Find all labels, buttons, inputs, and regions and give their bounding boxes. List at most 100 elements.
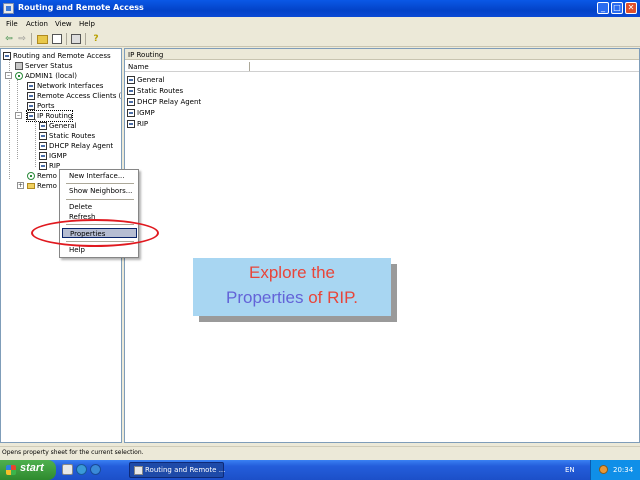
server-icon xyxy=(15,62,23,70)
tree-item-label: Network Interfaces xyxy=(37,82,104,90)
policy-icon xyxy=(27,172,35,180)
dhcp-relay-icon xyxy=(39,142,47,150)
show-desktop-icon[interactable] xyxy=(62,464,73,475)
callout-rest: of RIP. xyxy=(303,288,358,307)
taskbar-button-label: Routing and Remote ... xyxy=(145,466,226,474)
menu-item-label: Show Neighbors... xyxy=(69,187,133,195)
rip-icon xyxy=(39,162,47,170)
static-routes-icon xyxy=(39,132,47,140)
toolbar: ⇦ ⇨ ? xyxy=(0,31,640,47)
windows-flag-icon xyxy=(6,465,16,475)
menu-item-new-interface[interactable]: New Interface... xyxy=(62,171,137,181)
window-title: Routing and Remote Access xyxy=(18,3,144,12)
tutorial-callout: Explore the Properties of RIP. xyxy=(193,258,391,316)
tree-item-label: Remote Access Clients (0) xyxy=(37,92,122,100)
menu-bar: File Action View Help xyxy=(0,17,640,31)
callout-line-1: Explore the xyxy=(249,263,335,282)
ip-routing-icon xyxy=(27,112,35,120)
menu-item-show-neighbors[interactable]: Show Neighbors... xyxy=(62,186,137,196)
toolbar-separator xyxy=(85,33,86,45)
router-icon xyxy=(3,52,11,60)
app-icon[interactable] xyxy=(3,3,14,14)
status-bar: Opens property sheet for the current sel… xyxy=(0,446,640,459)
menu-separator xyxy=(66,199,134,200)
details-header: IP Routing xyxy=(125,49,639,60)
media-player-icon[interactable] xyxy=(76,464,87,475)
app-icon xyxy=(134,466,143,475)
menu-item-label: New Interface... xyxy=(69,172,125,180)
dhcp-relay-icon xyxy=(127,98,135,106)
list-item-label: DHCP Relay Agent xyxy=(137,98,202,106)
menu-item-delete[interactable]: Delete xyxy=(62,202,137,212)
tree-item-label: Static Routes xyxy=(49,132,96,140)
tree-item-ip-routing[interactable]: IP Routing xyxy=(26,110,73,122)
tree-item-label: General xyxy=(49,122,77,130)
expand-toggle[interactable]: + xyxy=(17,182,24,189)
menu-help[interactable]: Help xyxy=(79,20,95,28)
minimize-button[interactable]: _ xyxy=(597,2,609,14)
maximize-button[interactable]: □ xyxy=(611,2,623,14)
export-list-icon[interactable] xyxy=(71,34,81,44)
tree-item-label: DHCP Relay Agent xyxy=(49,142,114,150)
language-indicator[interactable]: EN xyxy=(565,466,575,474)
menu-item-label: Delete xyxy=(69,203,92,211)
start-label: start xyxy=(20,462,44,474)
tree-item-label: Remo xyxy=(37,182,57,190)
toolbar-separator xyxy=(66,33,67,45)
general-icon xyxy=(39,122,47,130)
remote-clients-icon xyxy=(27,92,35,100)
list-item-label: General xyxy=(137,76,165,84)
tree-item-label: Ports xyxy=(37,102,55,110)
list-item-label: Static Routes xyxy=(137,87,184,95)
tree-item-label: IGMP xyxy=(49,152,67,160)
tree-connector xyxy=(35,119,36,167)
callout-highlight: Properties xyxy=(226,288,304,307)
taskbar-button-rras[interactable]: Routing and Remote ... xyxy=(129,462,226,478)
status-text: Opens property sheet for the current sel… xyxy=(2,449,144,456)
callout-line-2: Properties of RIP. xyxy=(193,288,391,308)
column-divider[interactable] xyxy=(249,62,250,71)
help-icon[interactable]: ? xyxy=(90,33,102,45)
server-online-icon xyxy=(15,72,23,80)
collapse-toggle[interactable]: – xyxy=(15,112,22,119)
general-icon xyxy=(127,76,135,84)
menu-separator xyxy=(66,183,134,184)
clock[interactable]: 20:34 xyxy=(613,466,633,474)
tree-item-label: Remo xyxy=(37,172,57,180)
back-arrow-icon[interactable]: ⇦ xyxy=(3,33,15,45)
forward-arrow-icon[interactable]: ⇨ xyxy=(16,33,28,45)
list-item-label: RIP xyxy=(137,120,149,128)
tree-connector xyxy=(17,79,18,159)
internet-explorer-icon[interactable] xyxy=(90,464,101,475)
tree-item-label: IP Routing xyxy=(37,112,73,120)
rip-icon xyxy=(127,120,135,128)
taskbar: start Routing and Remote ... EN 20:34 xyxy=(0,460,640,480)
details-pane[interactable]: IP Routing Name General Static Routes DH… xyxy=(124,48,640,443)
folder-icon xyxy=(27,183,35,189)
list-item-label: IGMP xyxy=(137,109,155,117)
network-tray-icon[interactable] xyxy=(599,465,608,474)
network-interfaces-icon xyxy=(27,82,35,90)
column-header-name[interactable]: Name xyxy=(125,61,639,72)
close-button[interactable]: ✕ xyxy=(625,2,637,14)
toolbar-separator xyxy=(31,33,32,45)
ports-icon xyxy=(27,102,35,110)
system-tray: 20:34 xyxy=(590,460,640,480)
menu-file[interactable]: File xyxy=(6,20,18,28)
tree-item-label: Server Status xyxy=(25,62,73,70)
details-header-title: IP Routing xyxy=(128,51,164,59)
column-header-label: Name xyxy=(128,63,149,71)
igmp-icon xyxy=(39,152,47,160)
start-button[interactable]: start xyxy=(0,460,56,480)
highlight-ellipse xyxy=(31,219,159,247)
tree-item-label: Routing and Remote Access xyxy=(13,52,111,60)
console-tree-icon[interactable] xyxy=(52,34,62,44)
tree-item-label: ADMIN1 (local) xyxy=(25,72,77,80)
menu-view[interactable]: View xyxy=(55,20,72,28)
collapse-toggle[interactable]: – xyxy=(5,72,12,79)
folder-up-icon[interactable] xyxy=(37,35,48,44)
igmp-icon xyxy=(127,109,135,117)
menu-action[interactable]: Action xyxy=(26,20,48,28)
title-bar: Routing and Remote Access _ □ ✕ xyxy=(0,0,640,17)
static-routes-icon xyxy=(127,87,135,95)
